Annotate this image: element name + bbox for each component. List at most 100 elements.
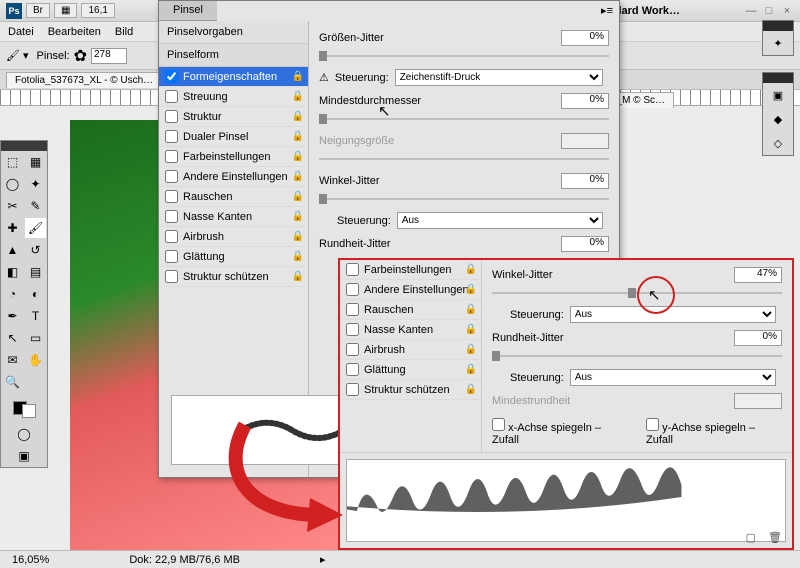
- lock-icon[interactable]: 🔒: [465, 264, 477, 275]
- marquee-tool-icon[interactable]: ▦: [24, 151, 47, 173]
- lock-icon[interactable]: 🔒: [292, 211, 304, 222]
- zoom-tool-icon[interactable]: 🔍: [1, 371, 24, 393]
- d-angle-jitter-value[interactable]: 47%: [734, 267, 782, 283]
- lock-icon[interactable]: 🔒: [292, 171, 304, 182]
- mini-palette-2[interactable]: ▣◆◇: [762, 72, 794, 156]
- dodge-tool-icon[interactable]: ◐: [24, 283, 47, 305]
- d-item-farbe[interactable]: Farbeinstellungen🔒: [340, 260, 481, 280]
- mini-palette-1[interactable]: ✦: [762, 20, 794, 56]
- d-roundness-control-select[interactable]: Aus: [570, 369, 776, 386]
- lock-icon[interactable]: 🔒: [292, 151, 304, 162]
- item-nasse[interactable]: Nasse Kanten🔒: [159, 207, 308, 227]
- eraser-tool-icon[interactable]: ◧: [1, 261, 24, 283]
- item-dualer[interactable]: Dualer Pinsel🔒: [159, 127, 308, 147]
- stamp-tool-icon[interactable]: ▲: [1, 239, 24, 261]
- eyedropper-tool-icon[interactable]: ✎: [24, 195, 47, 217]
- lock-icon[interactable]: 🔒: [292, 111, 304, 122]
- d-item-glaettung[interactable]: Glättung🔒: [340, 360, 481, 380]
- size-jitter-slider[interactable]: [319, 49, 609, 63]
- type-tool-icon[interactable]: T: [24, 305, 47, 327]
- lock-icon[interactable]: 🔒: [292, 191, 304, 202]
- menu-bearbeiten[interactable]: Bearbeiten: [48, 26, 101, 38]
- item-airbrush[interactable]: Airbrush🔒: [159, 227, 308, 247]
- min-diameter-value[interactable]: 0%: [561, 93, 609, 109]
- crop-tool-icon[interactable]: ✂: [1, 195, 24, 217]
- move-tool-icon[interactable]: ⬚: [1, 151, 24, 173]
- angle-jitter-slider[interactable]: [319, 192, 609, 206]
- brush-size-field[interactable]: 278: [91, 48, 127, 64]
- lock-icon[interactable]: 🔒: [465, 384, 477, 395]
- d-roundness-jitter-value[interactable]: 0%: [734, 330, 782, 346]
- lock-icon[interactable]: 🔒: [292, 271, 304, 282]
- item-formeigenschaften[interactable]: Formeigenschaften🔒: [159, 67, 308, 87]
- quickmask-icon[interactable]: ◯: [1, 423, 47, 445]
- lock-icon[interactable]: 🔒: [292, 231, 304, 242]
- lock-icon[interactable]: 🔒: [465, 344, 477, 355]
- color-swatches[interactable]: [1, 393, 47, 423]
- lock-icon[interactable]: 🔒: [465, 304, 477, 315]
- healing-tool-icon[interactable]: ✚: [1, 217, 24, 239]
- hand-tool-icon[interactable]: ✋: [24, 349, 47, 371]
- mirror-y-checkbox[interactable]: y-Achse spiegeln – Zufall: [646, 418, 782, 446]
- lasso-tool-icon[interactable]: ◯: [1, 173, 24, 195]
- d-item-schuetzen[interactable]: Struktur schützen🔒: [340, 380, 481, 400]
- gradient-tool-icon[interactable]: ▤: [24, 261, 47, 283]
- doc-tab-1[interactable]: Fotolia_537673_XL - © Usch…: [6, 72, 162, 88]
- d-roundness-jitter-slider[interactable]: [492, 349, 782, 363]
- lock-icon[interactable]: 🔒: [292, 131, 304, 142]
- lock-icon[interactable]: 🔒: [292, 91, 304, 102]
- trash-icon[interactable]: 🗑: [768, 531, 782, 544]
- tilt-scale-slider: [319, 152, 609, 166]
- d-item-nasse[interactable]: Nasse Kanten🔒: [340, 320, 481, 340]
- screenmode-icon[interactable]: ▣: [1, 445, 47, 467]
- d-item-airbrush[interactable]: Airbrush🔒: [340, 340, 481, 360]
- item-schuetzen[interactable]: Struktur schützen🔒: [159, 267, 308, 287]
- item-struktur[interactable]: Struktur🔒: [159, 107, 308, 127]
- panel-menu-icon[interactable]: ▸≡: [601, 4, 613, 17]
- angle-control-select[interactable]: Aus: [397, 212, 603, 229]
- size-jitter-value[interactable]: 0%: [561, 30, 609, 46]
- min-diameter-slider[interactable]: [319, 112, 609, 126]
- size-jitter-label: Größen-Jitter: [319, 32, 561, 44]
- angle-jitter-value[interactable]: 0%: [561, 173, 609, 189]
- zoom-field[interactable]: 16,1: [81, 3, 114, 18]
- d-item-andere[interactable]: Andere Einstellungen🔒: [340, 280, 481, 300]
- wand-tool-icon[interactable]: ✦: [24, 173, 47, 195]
- pen-tool-icon[interactable]: ✒: [1, 305, 24, 327]
- close-icon[interactable]: ×: [780, 5, 794, 17]
- mirror-x-checkbox[interactable]: x-Achse spiegeln – Zufall: [492, 418, 628, 446]
- shape-tool-icon[interactable]: ▭: [24, 327, 47, 349]
- presets-header[interactable]: Pinselvorgaben: [159, 21, 308, 44]
- lock-icon[interactable]: 🔒: [292, 71, 304, 82]
- lock-icon[interactable]: 🔒: [465, 324, 477, 335]
- screen-mode-icon[interactable]: ▦: [54, 3, 77, 18]
- blur-tool-icon[interactable]: ◔: [1, 283, 24, 305]
- d-item-rauschen[interactable]: Rauschen🔒: [340, 300, 481, 320]
- brushform-header[interactable]: Pinselform: [159, 44, 308, 67]
- item-andere[interactable]: Andere Einstellungen🔒: [159, 167, 308, 187]
- roundness-jitter-value[interactable]: 0%: [561, 236, 609, 252]
- lock-icon[interactable]: 🔒: [465, 284, 477, 295]
- notes-tool-icon[interactable]: ✉: [1, 349, 24, 371]
- new-preset-icon[interactable]: ▢: [746, 531, 756, 544]
- item-farbeinstellungen[interactable]: Farbeinstellungen🔒: [159, 147, 308, 167]
- menu-datei[interactable]: Datei: [8, 26, 34, 38]
- minimize-icon[interactable]: —: [744, 5, 758, 17]
- menu-bild[interactable]: Bild: [115, 26, 133, 38]
- d-angle-jitter-slider[interactable]: [492, 286, 782, 300]
- brush-panel-tab[interactable]: Pinsel: [159, 1, 217, 21]
- path-tool-icon[interactable]: ↖: [1, 327, 24, 349]
- brush-tool-icon[interactable]: 🖌: [24, 217, 47, 239]
- zoom-readout[interactable]: 16,05%: [12, 554, 49, 566]
- item-rauschen[interactable]: Rauschen🔒: [159, 187, 308, 207]
- tool-preset[interactable]: 🖌 ▾: [6, 49, 29, 62]
- lock-icon[interactable]: 🔒: [292, 251, 304, 262]
- item-streuung[interactable]: Streuung🔒: [159, 87, 308, 107]
- maximize-icon[interactable]: □: [762, 5, 776, 17]
- d-angle-control-select[interactable]: Aus: [570, 306, 776, 323]
- lock-icon[interactable]: 🔒: [465, 364, 477, 375]
- bridge-icon[interactable]: Br: [26, 3, 50, 18]
- control-select-pen[interactable]: Zeichenstift-Druck: [395, 69, 603, 86]
- history-brush-icon[interactable]: ↺: [24, 239, 47, 261]
- item-glaettung[interactable]: Glättung🔒: [159, 247, 308, 267]
